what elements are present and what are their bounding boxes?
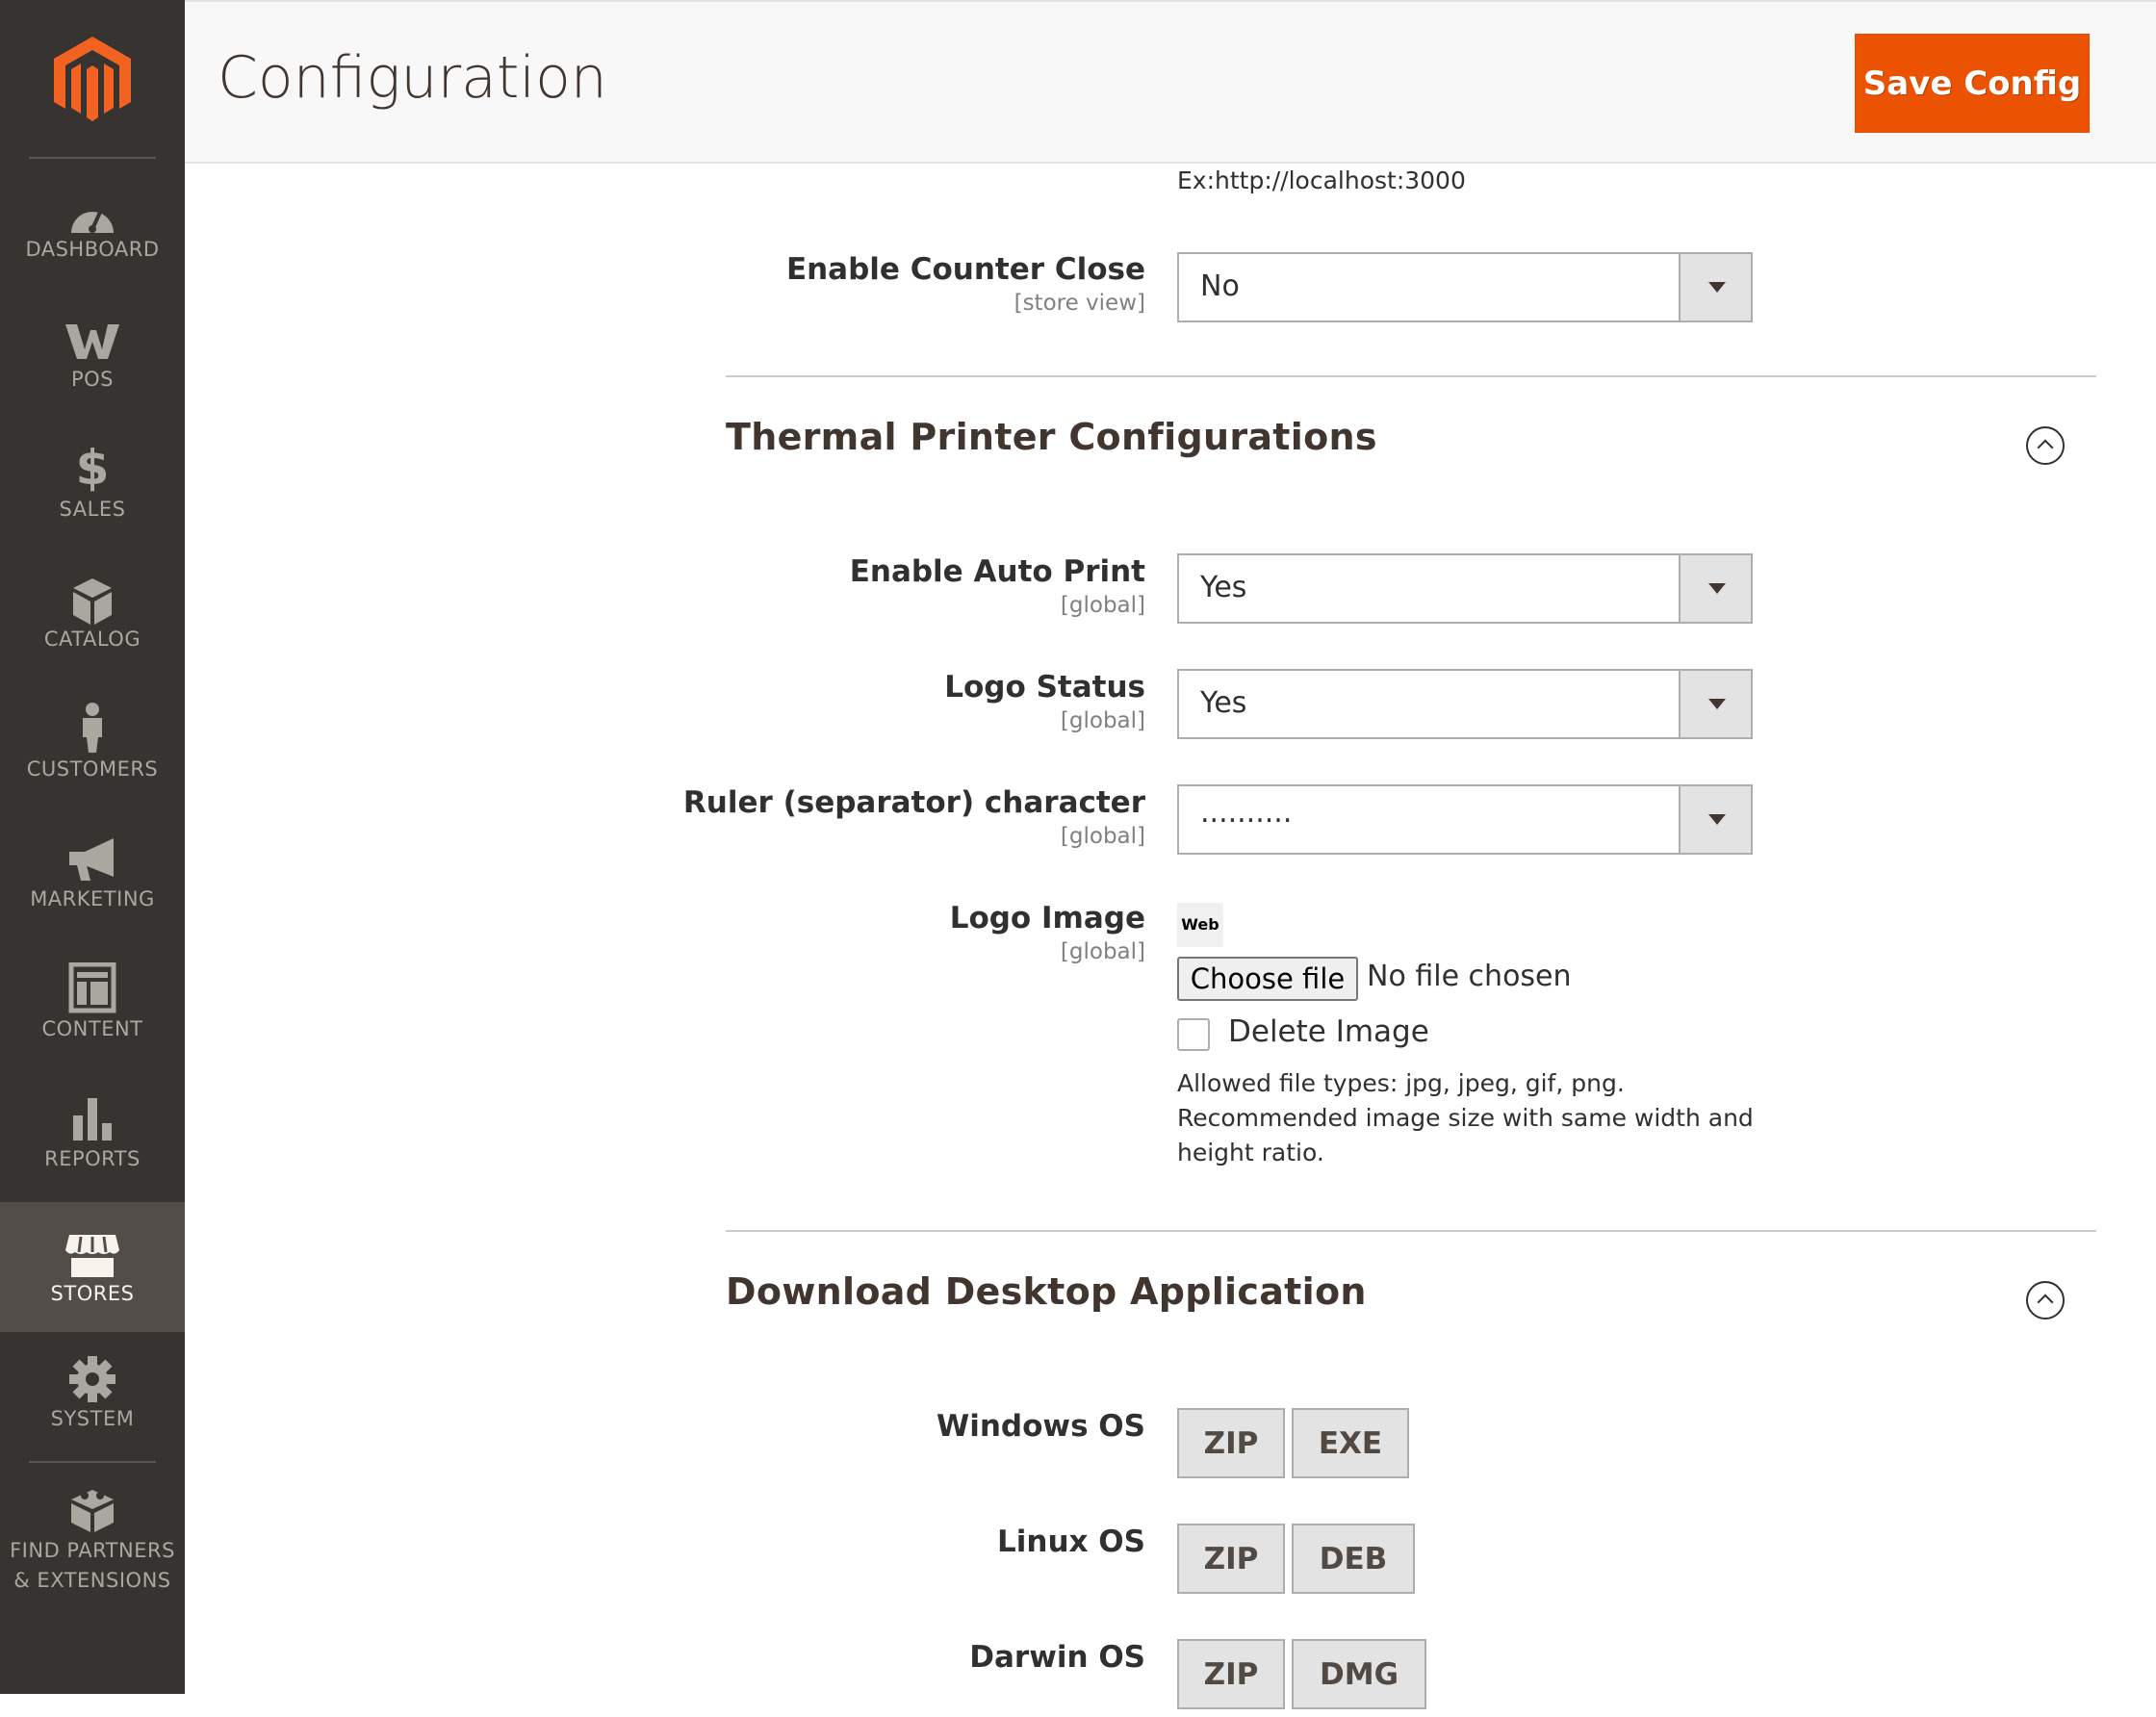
ruler-label-group: Ruler (separator) character [global] [570, 785, 1145, 862]
sidebar-item-dashboard[interactable]: DASHBOARD [0, 181, 185, 311]
sidebar-item-label: CATALOG [43, 628, 141, 651]
field-scope: [store view] [1014, 291, 1145, 316]
sidebar-item-label: SYSTEM [50, 1407, 135, 1430]
blocks-icon [71, 1490, 114, 1532]
logo-status-select[interactable]: Yes [1177, 669, 1753, 739]
file-status: No file chosen [1367, 960, 1572, 993]
field-scope: [global] [1060, 593, 1145, 618]
socket-url-hint: Ex:http://localhost:3000 [1177, 167, 1466, 194]
gear-icon [69, 1356, 116, 1402]
select-value: .......... [1200, 796, 1293, 830]
auto-print-select[interactable]: Yes [1177, 553, 1753, 624]
logo-status-label-group: Logo Status [global] [570, 670, 1145, 747]
person-icon [83, 703, 102, 753]
select-value: No [1200, 269, 1240, 303]
sidebar-item-reports[interactable]: REPORTS [0, 1090, 185, 1220]
sidebar-item-customers[interactable]: CUSTOMERS [0, 701, 185, 831]
sidebar-item-label: CONTENT [41, 1017, 143, 1040]
linux-zip-button[interactable]: ZIP [1177, 1524, 1285, 1594]
windows-exe-button[interactable]: EXE [1292, 1408, 1409, 1478]
collapse-icon[interactable] [2026, 426, 2065, 465]
chevron-down-icon[interactable] [1679, 671, 1751, 737]
field-label: Linux OS [997, 1525, 1145, 1559]
field-label: Enable Auto Print [849, 554, 1145, 589]
field-scope: [global] [1060, 824, 1145, 849]
field-label: Logo Image [949, 901, 1145, 935]
sidebar-divider [29, 1461, 156, 1463]
delete-image-label[interactable]: Delete Image [1228, 1014, 1429, 1049]
sidebar-item-label: DASHBOARD [25, 238, 160, 261]
dollar-icon: $ [75, 440, 110, 496]
sidebar-item-marketing[interactable]: MARKETING [0, 831, 185, 961]
sidebar-item-label: CUSTOMERS [26, 757, 159, 781]
section-divider [726, 1230, 2096, 1232]
auto-print-label-group: Enable Auto Print [global] [570, 554, 1145, 631]
field-scope: [global] [1060, 939, 1145, 964]
save-config-button[interactable]: Save Config [1855, 34, 2090, 133]
note-line: Allowed file types: jpg, jpeg, gif, png. [1177, 1069, 1625, 1097]
pos-icon [65, 324, 119, 359]
field-label: Windows OS [937, 1409, 1145, 1444]
windows-label-group: Windows OS [570, 1409, 1145, 1486]
layout-icon [68, 962, 116, 1013]
note-line: height ratio. [1177, 1139, 1324, 1166]
sidebar-item-label: FIND PARTNERS [10, 1539, 175, 1562]
chevron-down-icon[interactable] [1679, 786, 1751, 853]
chevron-down-icon[interactable] [1679, 555, 1751, 622]
darwin-zip-button[interactable]: ZIP [1177, 1639, 1285, 1709]
sidebar-item-catalog[interactable]: CATALOG [0, 571, 185, 701]
sidebar-item-find-partners[interactable]: FIND PARTNERS & EXTENSIONS [0, 1482, 185, 1607]
sidebar-item-label: STORES [50, 1282, 135, 1305]
config-content: Ex:http://localhost:3000 Enable Counter … [185, 164, 2156, 1709]
select-value: Yes [1200, 686, 1247, 720]
sidebar-item-pos[interactable]: POS [0, 311, 185, 441]
admin-sidebar: DASHBOARD POS $ SALES CATALOG CUSTOMERS … [0, 0, 185, 1694]
thumbnail-text: Web [1181, 915, 1219, 934]
field-label: Darwin OS [969, 1640, 1145, 1675]
linux-label-group: Linux OS [570, 1525, 1145, 1602]
sidebar-item-sales[interactable]: $ SALES [0, 441, 185, 571]
sidebar-item-label: MARKETING [30, 887, 155, 910]
page-title: Configuration [218, 44, 607, 112]
sidebar-item-label: SALES [59, 498, 126, 521]
bar-chart-icon [73, 1098, 112, 1140]
counter-close-select[interactable]: No [1177, 252, 1753, 322]
darwin-dmg-button[interactable]: DMG [1292, 1639, 1426, 1709]
sidebar-item-label: POS [70, 368, 115, 391]
counter-close-label-group: Enable Counter Close [store view] [570, 252, 1145, 329]
field-label: Logo Status [944, 670, 1145, 705]
storefront-icon [65, 1235, 119, 1277]
logo-image-note: Allowed file types: jpg, jpeg, gif, png.… [1177, 1066, 1774, 1170]
sidebar-item-content[interactable]: CONTENT [0, 961, 185, 1090]
magento-logo-icon[interactable] [52, 35, 133, 123]
field-label: Ruler (separator) character [682, 785, 1145, 820]
section-divider [726, 375, 2096, 377]
megaphone-icon [69, 838, 114, 881]
choose-file-button[interactable]: Choose file [1177, 957, 1358, 1001]
sidebar-item-stores[interactable]: STORES [0, 1202, 185, 1332]
sidebar-item-label: & EXTENSIONS [13, 1569, 171, 1592]
note-line: Recommended image size with same width a… [1177, 1104, 1754, 1132]
darwin-label-group: Darwin OS [570, 1640, 1145, 1717]
ruler-character-select[interactable]: .......... [1177, 784, 1753, 855]
chevron-down-icon[interactable] [1679, 254, 1751, 320]
linux-deb-button[interactable]: DEB [1292, 1524, 1415, 1594]
collapse-icon[interactable] [2026, 1281, 2065, 1320]
sidebar-item-label: REPORTS [44, 1147, 141, 1170]
windows-zip-button[interactable]: ZIP [1177, 1408, 1285, 1478]
sidebar-divider [29, 157, 156, 159]
cube-icon [73, 578, 112, 625]
field-scope: [global] [1060, 708, 1145, 733]
thermal-section-title[interactable]: Thermal Printer Configurations [726, 416, 1377, 458]
download-section-title[interactable]: Download Desktop Application [726, 1270, 1367, 1313]
page-header: Configuration Save Config [185, 0, 2156, 164]
logo-image-label-group: Logo Image [global] [570, 901, 1145, 978]
select-value: Yes [1200, 571, 1247, 604]
field-label: Enable Counter Close [785, 252, 1145, 287]
delete-image-checkbox[interactable] [1177, 1018, 1210, 1051]
logo-image-thumbnail[interactable]: Web [1177, 903, 1223, 947]
